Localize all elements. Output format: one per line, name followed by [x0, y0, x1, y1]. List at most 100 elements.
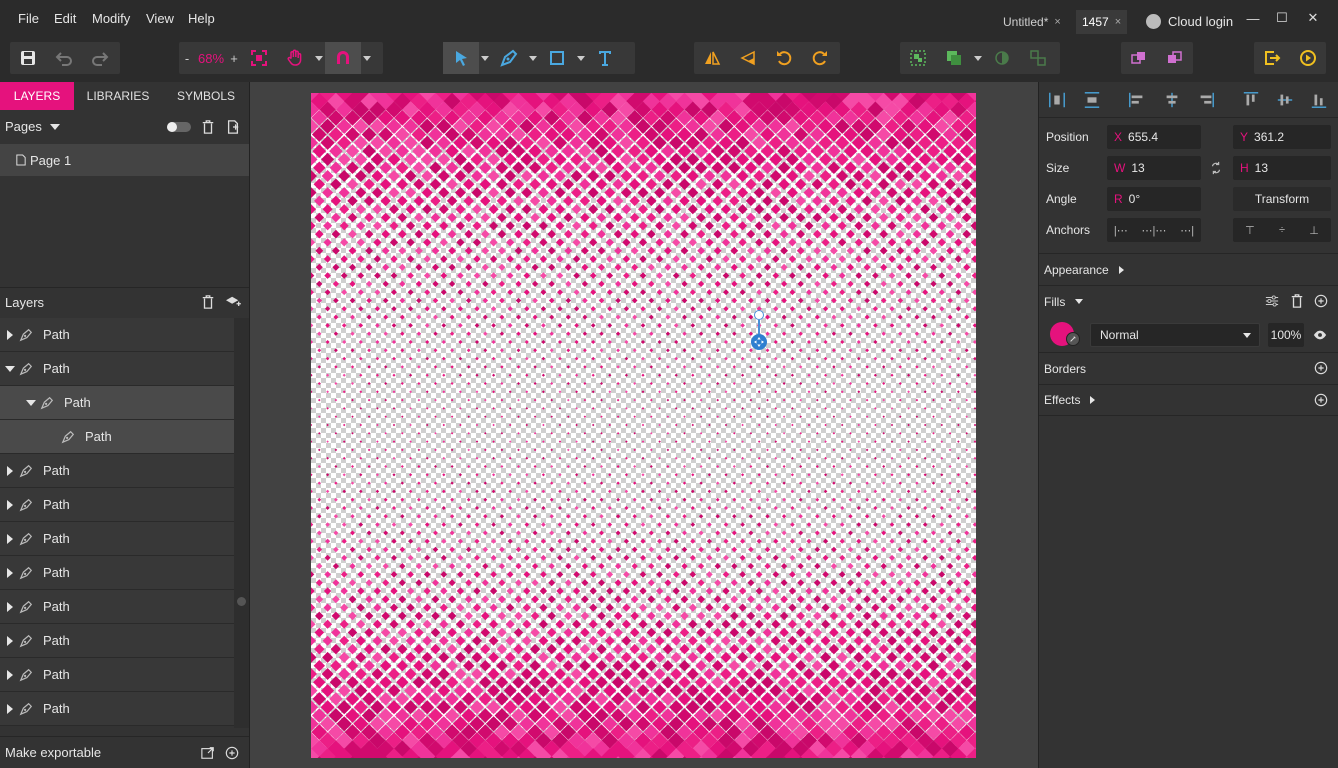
bring-forward-button[interactable] — [1121, 42, 1157, 74]
pointer-dropdown[interactable] — [479, 42, 491, 74]
layer-row[interactable]: Path — [0, 590, 234, 624]
layer-row[interactable]: Path — [0, 318, 234, 352]
layer-row[interactable]: Path — [0, 658, 234, 692]
delete-page-button[interactable] — [200, 119, 216, 135]
tab-symbols[interactable]: SYMBOLS — [166, 82, 246, 110]
y-field[interactable]: Y 361.2 — [1233, 125, 1331, 149]
chevron-right-icon[interactable] — [5, 567, 15, 578]
menu-view[interactable]: View — [146, 11, 174, 26]
distribute-vertical-button[interactable] — [1082, 90, 1102, 110]
align-left-button[interactable] — [1127, 90, 1147, 110]
chevron-right-icon[interactable] — [5, 329, 15, 340]
height-field[interactable]: H 13 — [1233, 156, 1331, 180]
flip-horizontal-button[interactable] — [694, 42, 730, 74]
chevron-down-icon[interactable] — [1075, 299, 1084, 304]
rotate-left-button[interactable] — [766, 42, 802, 74]
close-icon[interactable]: × — [1115, 16, 1121, 28]
boolean-dropdown[interactable] — [972, 42, 984, 74]
layer-scrollbar[interactable] — [234, 318, 249, 728]
chevron-right-icon[interactable] — [5, 499, 15, 510]
chevron-right-icon[interactable] — [5, 635, 15, 646]
add-border-button[interactable] — [1313, 360, 1329, 376]
layer-row[interactable]: Path — [0, 522, 234, 556]
close-icon[interactable]: × — [1054, 16, 1060, 28]
scrollbar-thumb[interactable] — [237, 597, 246, 606]
pen-tool-button[interactable] — [491, 42, 527, 74]
align-right-button[interactable] — [1196, 90, 1216, 110]
layer-row[interactable]: Path — [0, 624, 234, 658]
redo-button[interactable] — [82, 42, 118, 74]
pages-dropdown[interactable]: Pages — [5, 119, 60, 134]
chevron-right-icon[interactable] — [5, 669, 15, 680]
anchor-top-icon[interactable]: ⊤ — [1245, 224, 1255, 237]
pages-toggle[interactable] — [167, 122, 191, 132]
menu-modify[interactable]: Modify — [92, 11, 130, 26]
chevron-down-icon[interactable] — [5, 365, 15, 372]
preview-button[interactable] — [1290, 42, 1326, 74]
align-center-button[interactable] — [1162, 90, 1182, 110]
delete-fill-button[interactable] — [1289, 293, 1305, 309]
distribute-horizontal-button[interactable] — [1047, 90, 1067, 110]
delete-layer-button[interactable] — [200, 294, 216, 310]
effects-section[interactable]: Effects — [1039, 384, 1338, 416]
anchor-center-icon[interactable]: ⋯|⋯ — [1142, 224, 1167, 237]
page-item[interactable]: Page 1 — [0, 144, 249, 176]
eyedropper-button[interactable] — [1066, 332, 1080, 346]
fit-view-button[interactable] — [241, 42, 277, 74]
layer-row[interactable]: Path — [0, 488, 234, 522]
x-field[interactable]: X 655.4 — [1107, 125, 1201, 149]
menu-file[interactable]: File — [18, 11, 39, 26]
transform-button[interactable]: Transform — [1233, 187, 1331, 211]
maximize-button[interactable]: ☐ — [1272, 10, 1292, 26]
export-button[interactable] — [1254, 42, 1290, 74]
window-close-button[interactable]: ✕ — [1303, 10, 1323, 26]
chevron-right-icon[interactable] — [5, 533, 15, 544]
layer-row[interactable]: Path — [0, 692, 234, 726]
pen-dropdown[interactable] — [527, 42, 539, 74]
anchor-right-icon[interactable]: ⋯| — [1180, 224, 1194, 237]
add-page-button[interactable] — [225, 119, 241, 135]
union-button[interactable] — [936, 42, 972, 74]
rotate-right-button[interactable] — [802, 42, 838, 74]
fill-visibility-toggle[interactable] — [1312, 327, 1328, 343]
add-export-button[interactable] — [224, 745, 240, 761]
minimize-button[interactable]: — — [1243, 10, 1263, 26]
pointer-tool-button[interactable] — [443, 42, 479, 74]
tab-1457[interactable]: 1457 × — [1076, 10, 1128, 34]
group-button[interactable] — [900, 42, 936, 74]
zoom-in-button[interactable]: + — [227, 51, 241, 66]
chevron-right-icon[interactable] — [5, 465, 15, 476]
layer-row[interactable]: Path — [0, 454, 234, 488]
width-field[interactable]: W 13 — [1107, 156, 1201, 180]
layer-row[interactable]: Path — [0, 420, 234, 454]
shape-tool-button[interactable] — [539, 42, 575, 74]
save-button[interactable] — [10, 42, 46, 74]
anchor-middle-icon[interactable]: ÷ — [1279, 224, 1285, 236]
fill-opacity-field[interactable]: 100% — [1268, 323, 1304, 347]
blend-mode-select[interactable]: Normal — [1090, 323, 1260, 347]
chevron-right-icon[interactable] — [5, 703, 15, 714]
export-slice-button[interactable] — [200, 745, 216, 761]
hand-tool-button[interactable] — [277, 42, 313, 74]
tab-libraries[interactable]: LIBRARIES — [80, 82, 156, 110]
zoom-level[interactable]: 68% — [195, 51, 227, 66]
artboard[interactable] — [311, 93, 976, 758]
align-middle-button[interactable] — [1275, 90, 1295, 110]
align-top-button[interactable] — [1241, 90, 1261, 110]
align-bottom-button[interactable] — [1309, 90, 1329, 110]
anchor-bottom-icon[interactable]: ⊥ — [1309, 224, 1319, 237]
appearance-section[interactable]: Appearance — [1039, 253, 1338, 285]
selected-object-handle[interactable] — [751, 334, 767, 350]
layer-row[interactable]: Path — [0, 556, 234, 590]
text-tool-button[interactable] — [587, 42, 623, 74]
snapping-button[interactable] — [325, 42, 361, 74]
fill-settings-button[interactable] — [1264, 293, 1280, 309]
undo-button[interactable] — [46, 42, 82, 74]
layer-row[interactable]: Path — [0, 386, 234, 420]
tab-untitled[interactable]: Untitled* × — [997, 10, 1067, 34]
add-effect-button[interactable] — [1313, 392, 1329, 408]
shape-dropdown[interactable] — [575, 42, 587, 74]
zoom-out-button[interactable]: - — [179, 51, 195, 66]
menu-help[interactable]: Help — [188, 11, 215, 26]
snapping-dropdown[interactable] — [361, 42, 373, 74]
